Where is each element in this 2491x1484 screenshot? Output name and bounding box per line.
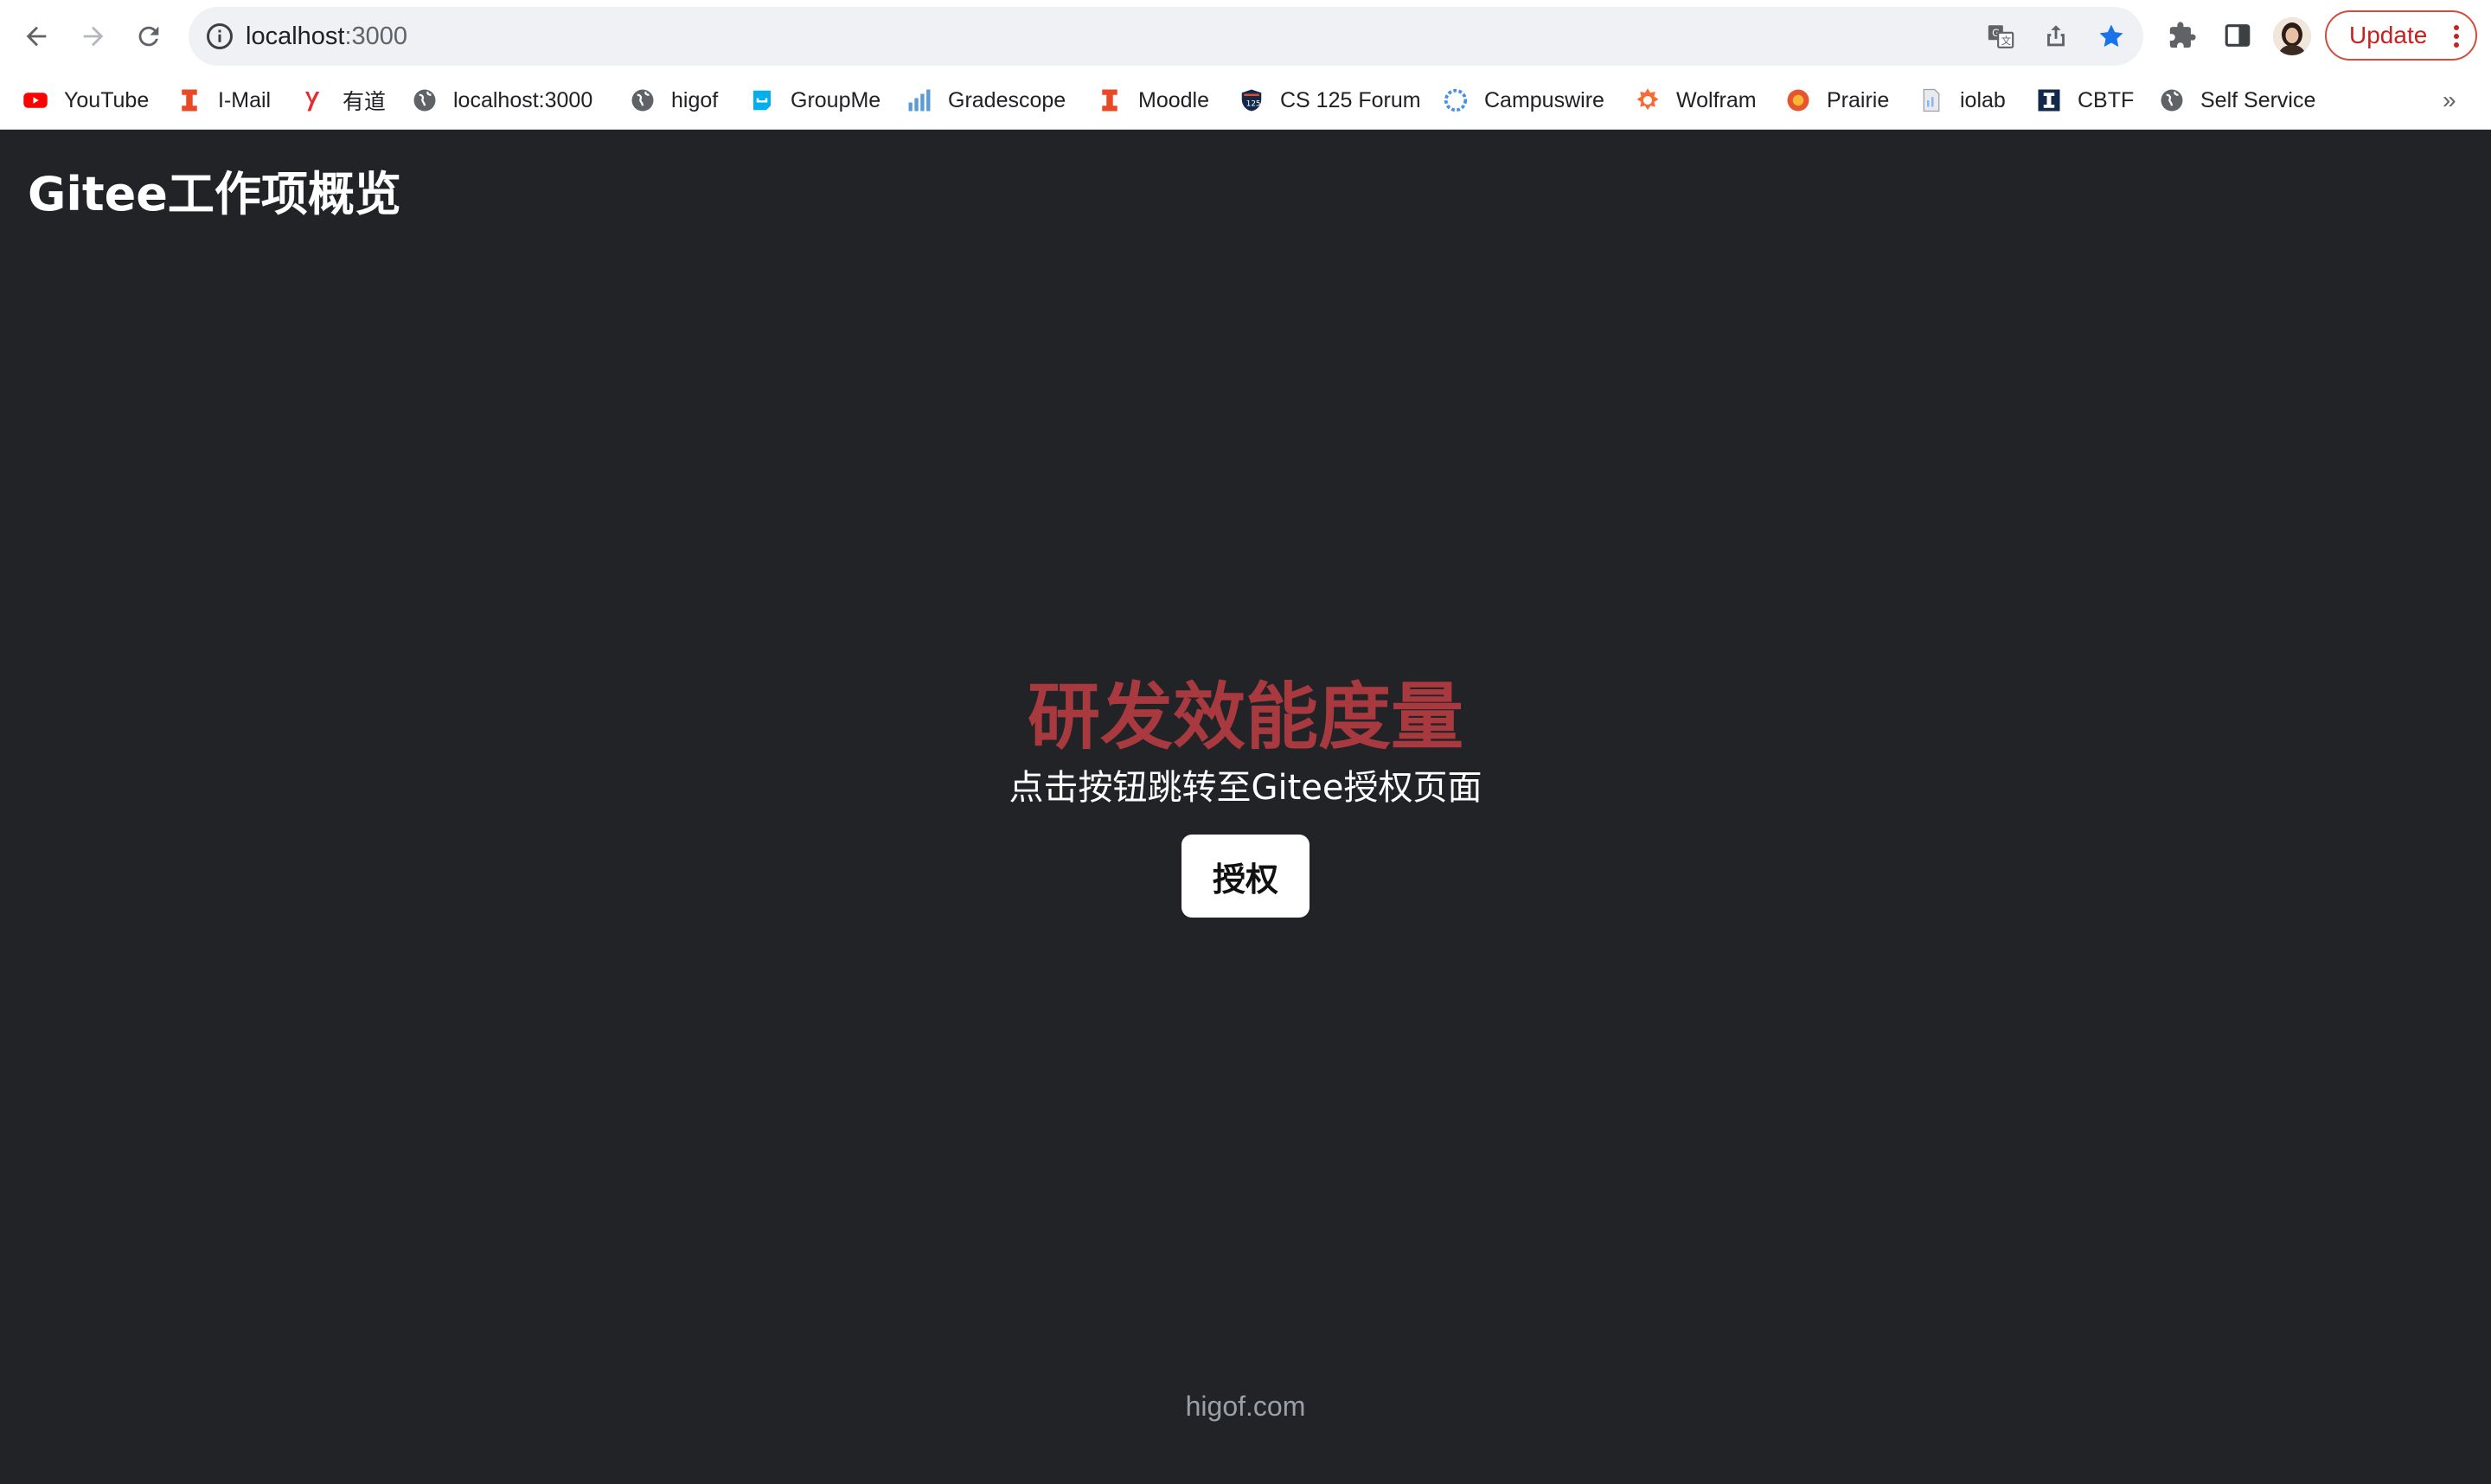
- url-port: :3000: [344, 22, 408, 50]
- youdao-icon: [301, 87, 327, 113]
- page-title: Gitee工作项概览: [28, 167, 401, 221]
- bookmark-label: CS 125 Forum: [1280, 87, 1421, 112]
- arrow-left-icon: [26, 26, 47, 47]
- svg-text:文: 文: [2001, 35, 2011, 47]
- bookmark-label: GroupMe: [791, 87, 881, 112]
- forward-button[interactable]: [67, 10, 119, 62]
- illinois-icon: [176, 87, 202, 113]
- url-host: localhost: [246, 22, 345, 50]
- bookmark-label: Moodle: [1138, 87, 1209, 112]
- bookmark-i-mail[interactable]: I-Mail: [176, 83, 271, 118]
- bookmark-gradescope[interactable]: Gradescope: [906, 83, 1066, 118]
- forum-shield-icon: 125: [1239, 87, 1265, 113]
- page-content: Gitee工作项概览 研发效能度量 点击按钮跳转至Gitee授权页面 授权 hi…: [0, 130, 2491, 1484]
- groupme-icon: [749, 87, 775, 113]
- prairie-icon: [1785, 87, 1811, 113]
- bookmark-youdao[interactable]: 有道: [301, 83, 386, 118]
- bookmark-label: higof: [671, 87, 719, 112]
- profile-avatar[interactable]: [2273, 17, 2311, 55]
- campuswire-icon: [1443, 87, 1469, 113]
- bookmark-higof[interactable]: higof: [630, 83, 718, 118]
- bookmark-cbtf[interactable]: CBTF: [2036, 83, 2134, 118]
- bookmark-cs125-forum[interactable]: 125 CS 125 Forum: [1239, 83, 1421, 118]
- address-bar[interactable]: localhost:3000 G文: [189, 7, 2143, 66]
- footer-text: higof.com: [1185, 1391, 1306, 1422]
- arrow-right-icon: [83, 26, 104, 47]
- hero-title: 研发效能度量: [1027, 675, 1463, 759]
- gradescope-icon: [906, 87, 932, 113]
- info-icon[interactable]: [204, 21, 235, 52]
- bookmark-label: Wolfram: [1676, 87, 1757, 112]
- authorize-button[interactable]: 授权: [1181, 835, 1310, 918]
- share-icon[interactable]: [2041, 22, 2071, 51]
- illinois-icon: [1097, 87, 1123, 113]
- bookmark-groupme[interactable]: GroupMe: [749, 83, 880, 118]
- bookmark-localhost[interactable]: localhost:3000: [412, 83, 592, 118]
- browser-chrome: localhost:3000 G文 Update YouTube I-Mail …: [0, 0, 2491, 130]
- globe-icon: [2159, 87, 2185, 113]
- bookmark-label: I-Mail: [218, 87, 272, 112]
- hero-subtitle: 点击按钮跳转至Gitee授权页面: [1009, 768, 1482, 808]
- reload-button[interactable]: [123, 10, 175, 62]
- bookmark-star-icon[interactable]: [2097, 22, 2126, 51]
- bookmarks-bar: YouTube I-Mail 有道 localhost:3000 higof G…: [0, 71, 2491, 130]
- bookmark-label: 有道: [343, 90, 387, 114]
- bookmark-label: Campuswire: [1484, 87, 1604, 112]
- extensions-puzzle-icon[interactable]: [2168, 21, 2197, 50]
- bookmarks-overflow-button[interactable]: »: [2443, 86, 2456, 114]
- url-text[interactable]: localhost:3000: [246, 7, 407, 66]
- profile-photo-icon: [2273, 17, 2311, 55]
- translate-icon[interactable]: G文: [1986, 22, 2015, 51]
- bookmark-self-service[interactable]: Self Service: [2159, 83, 2315, 118]
- bookmark-prairie[interactable]: Prairie: [1785, 83, 1889, 118]
- wolfram-icon: [1635, 87, 1661, 113]
- bookmark-wolfram[interactable]: Wolfram: [1635, 83, 1757, 118]
- bookmark-label: Gradescope: [948, 87, 1066, 112]
- browser-toolbar: localhost:3000 G文 Update: [0, 0, 2491, 71]
- youtube-icon: [22, 87, 48, 113]
- bookmark-label: Prairie: [1827, 87, 1890, 112]
- more-vert-icon: [2454, 25, 2459, 48]
- side-panel-icon[interactable]: [2223, 21, 2252, 50]
- back-button[interactable]: [10, 10, 62, 62]
- globe-icon: [630, 87, 656, 113]
- bookmark-moodle[interactable]: Moodle: [1097, 83, 1209, 118]
- bookmark-youtube[interactable]: YouTube: [22, 83, 149, 118]
- update-button[interactable]: Update: [2325, 10, 2477, 61]
- bookmark-label: CBTF: [2078, 87, 2135, 112]
- bookmark-label: Self Service: [2200, 87, 2316, 112]
- illinois-block-icon: [2036, 87, 2062, 113]
- bookmark-label: iolab: [1960, 87, 2006, 112]
- reload-icon: [138, 26, 159, 47]
- bookmark-campuswire[interactable]: Campuswire: [1443, 83, 1604, 118]
- bookmark-iolab[interactable]: iolab: [1918, 83, 2006, 118]
- bookmark-label: YouTube: [64, 87, 150, 112]
- svg-text:125: 125: [1246, 99, 1261, 108]
- document-icon: [1918, 87, 1944, 113]
- bookmark-label: localhost:3000: [453, 87, 593, 112]
- update-label: Update: [2349, 22, 2428, 48]
- globe-icon: [412, 87, 438, 113]
